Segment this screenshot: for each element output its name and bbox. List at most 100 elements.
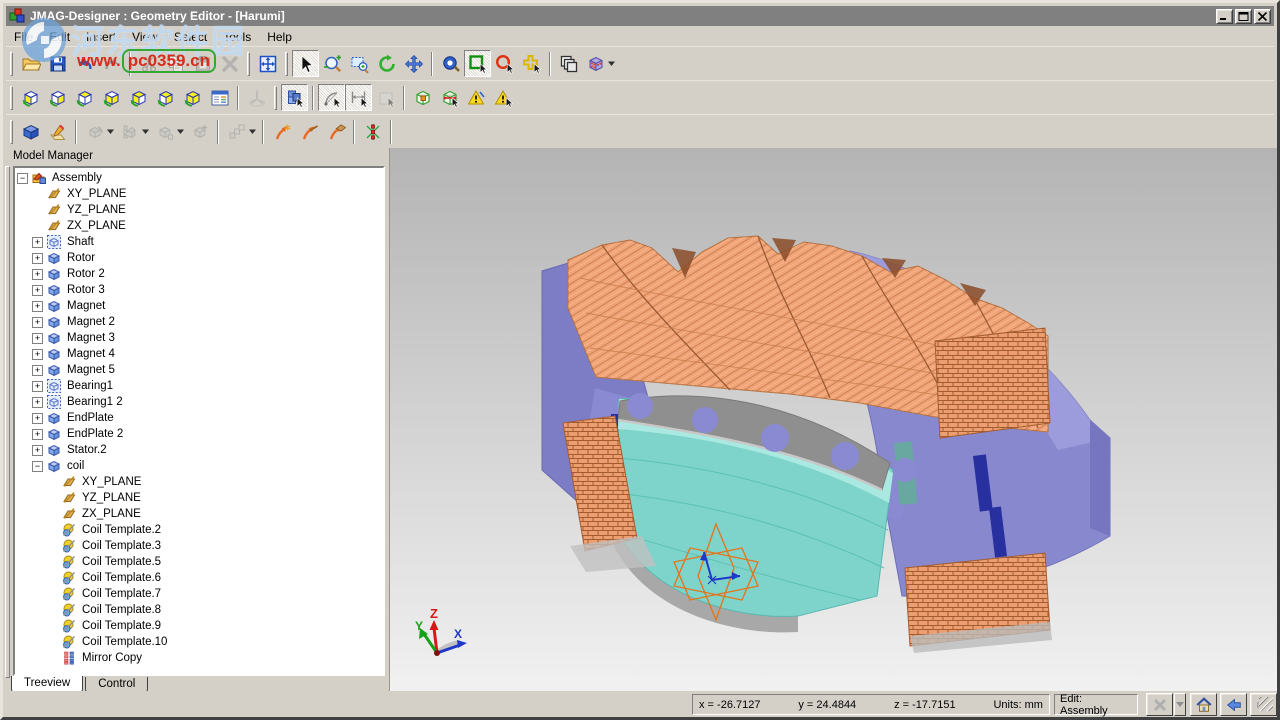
rotate-view-button[interactable] — [373, 50, 400, 77]
view-top-button[interactable] — [71, 84, 98, 111]
panel-gripper[interactable] — [5, 166, 10, 678]
tree-item-yz-plane[interactable]: YZ_PLANE — [17, 202, 383, 218]
tree-item-rotor-3[interactable]: +Rotor 3 — [17, 282, 383, 298]
tree-item-coil-template-7[interactable]: Coil Template.7 — [17, 586, 383, 602]
tree-item-stator-2[interactable]: +Stator.2 — [17, 442, 383, 458]
cancel-edit-dropdown[interactable] — [1174, 693, 1186, 716]
tree-item-rotor-2[interactable]: +Rotor 2 — [17, 266, 383, 282]
tree-item-magnet-5[interactable]: +Magnet 5 — [17, 362, 383, 378]
menu-view[interactable]: View — [124, 28, 166, 46]
fit-window-button[interactable] — [254, 50, 281, 77]
tree-expander[interactable]: + — [32, 253, 43, 264]
home-view-button[interactable] — [1190, 693, 1217, 716]
view-list-button[interactable] — [206, 84, 233, 111]
tree-expander[interactable]: + — [32, 365, 43, 376]
select-mode-button[interactable] — [292, 50, 319, 77]
edit-sketch-button[interactable] — [44, 118, 71, 145]
tree-item-coil-template-3[interactable]: Coil Template.3 — [17, 538, 383, 554]
datum-line-button[interactable] — [295, 118, 322, 145]
tree-expander[interactable]: − — [32, 461, 43, 472]
tree-expander[interactable]: − — [17, 173, 28, 184]
tree-item-xy-plane[interactable]: XY_PLANE — [17, 186, 383, 202]
view-right-button[interactable] — [44, 84, 71, 111]
tree-item-rotor[interactable]: +Rotor — [17, 250, 383, 266]
menu-edit[interactable]: Edit — [41, 28, 78, 46]
tree-expander[interactable]: + — [32, 333, 43, 344]
undo-button[interactable] — [71, 50, 98, 77]
close-button[interactable] — [1254, 9, 1271, 24]
tree-expander[interactable]: + — [32, 429, 43, 440]
tree-item-magnet-4[interactable]: +Magnet 4 — [17, 346, 383, 362]
pan-view-button[interactable] — [400, 50, 427, 77]
tree-item-yz-plane[interactable]: YZ_PLANE — [17, 490, 383, 506]
tree-item-magnet[interactable]: +Magnet — [17, 298, 383, 314]
mirror-pattern-button[interactable] — [359, 118, 386, 145]
tree-item-zx-plane[interactable]: ZX_PLANE — [17, 506, 383, 522]
tree-expander[interactable]: + — [32, 413, 43, 424]
tree-expander[interactable]: + — [32, 237, 43, 248]
box-select-button[interactable] — [464, 50, 491, 77]
measure-button[interactable] — [437, 50, 464, 77]
tree-item-coil[interactable]: −coil — [17, 458, 383, 474]
view-bottom-button[interactable] — [98, 84, 125, 111]
view-back-button[interactable] — [152, 84, 179, 111]
tree-item-mirror-copy[interactable]: Mirror Copy — [17, 650, 383, 666]
polygon-select-button[interactable] — [518, 50, 545, 77]
tree-item-coil-template-6[interactable]: Coil Template.6 — [17, 570, 383, 586]
tree-expander[interactable]: + — [32, 269, 43, 280]
tree-item-coil-template-9[interactable]: Coil Template.9 — [17, 618, 383, 634]
tree-item-zx-plane[interactable]: ZX_PLANE — [17, 218, 383, 234]
maximize-button[interactable] — [1235, 9, 1252, 24]
tree-item-bearing1[interactable]: +Bearing1 — [17, 378, 383, 394]
menu-file[interactable]: File — [6, 28, 41, 46]
tree-item-endplate[interactable]: +EndPlate — [17, 410, 383, 426]
tree-expander[interactable]: + — [32, 381, 43, 392]
tree-item-coil-template-8[interactable]: Coil Template.8 — [17, 602, 383, 618]
clearance-check-button[interactable] — [436, 84, 463, 111]
tree-item-bearing1-2[interactable]: +Bearing1 2 — [17, 394, 383, 410]
tree-item-magnet-2[interactable]: +Magnet 2 — [17, 314, 383, 330]
view-left-button[interactable] — [17, 84, 44, 111]
title-bar[interactable]: JMAG-Designer : Geometry Editor - [Harum… — [6, 6, 1274, 26]
topology-check-button[interactable] — [490, 84, 517, 111]
pick-filter-button[interactable] — [555, 50, 582, 77]
tree-expander[interactable]: + — [32, 349, 43, 360]
tree-expander[interactable]: + — [32, 285, 43, 296]
resize-grip[interactable] — [1259, 697, 1273, 711]
open-button[interactable] — [17, 50, 44, 77]
menu-select[interactable]: Select — [166, 28, 215, 46]
distance-measure-button[interactable] — [345, 84, 372, 111]
tree-item-endplate-2[interactable]: +EndPlate 2 — [17, 426, 383, 442]
create-solid-button[interactable] — [17, 118, 44, 145]
view-isometric-button[interactable] — [179, 84, 206, 111]
zoom-in-out-button[interactable] — [319, 50, 346, 77]
tree-expander[interactable]: + — [32, 301, 43, 312]
zoom-region-button[interactable] — [346, 50, 373, 77]
tree-expander[interactable]: + — [32, 317, 43, 328]
mesh-display-button[interactable] — [582, 50, 609, 77]
menu-insert[interactable]: Insert — [78, 28, 124, 46]
menu-help[interactable]: Help — [259, 28, 300, 46]
viewport-3d[interactable]: Y Z X — [389, 148, 1277, 691]
tree-item-shaft[interactable]: +Shaft — [17, 234, 383, 250]
datum-point-button[interactable] — [268, 118, 295, 145]
tree-item-coil-template-2[interactable]: Coil Template.2 — [17, 522, 383, 538]
datum-plane-button[interactable] — [322, 118, 349, 145]
show-parts-button[interactable] — [281, 84, 308, 111]
save-button[interactable] — [44, 50, 71, 77]
angle-measure-button[interactable] — [318, 84, 345, 111]
view-front-button[interactable] — [125, 84, 152, 111]
tree-item-coil-template-10[interactable]: Coil Template.10 — [17, 634, 383, 650]
interference-check-button[interactable] — [409, 84, 436, 111]
geometry-check-button[interactable] — [463, 84, 490, 111]
minimize-button[interactable] — [1216, 9, 1233, 24]
cancel-edit-button[interactable] — [1146, 693, 1173, 716]
tree-item-assembly[interactable]: −Assembly — [17, 170, 383, 186]
menu-tools[interactable]: Tools — [215, 28, 259, 46]
tree-expander[interactable]: + — [32, 397, 43, 408]
tree-expander[interactable]: + — [32, 445, 43, 456]
tree-item-xy-plane[interactable]: XY_PLANE — [17, 474, 383, 490]
tree-item-magnet-3[interactable]: +Magnet 3 — [17, 330, 383, 346]
circle-select-button[interactable] — [491, 50, 518, 77]
back-button[interactable] — [1220, 693, 1247, 716]
